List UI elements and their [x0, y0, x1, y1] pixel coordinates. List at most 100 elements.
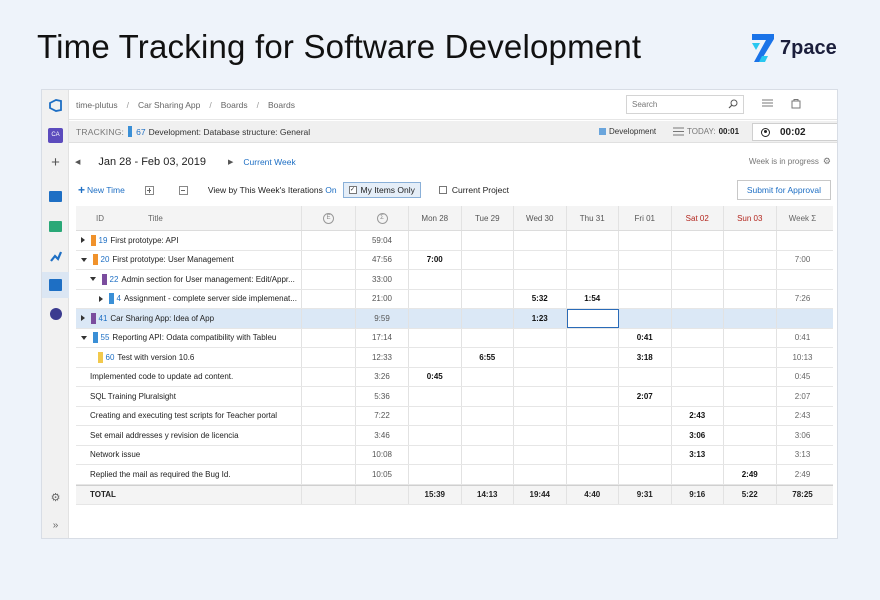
next-week-icon[interactable]: ▶ — [228, 158, 233, 166]
caret-down-icon[interactable] — [81, 335, 87, 340]
day-time-cell[interactable] — [409, 289, 462, 308]
work-item-id[interactable]: 4 — [117, 294, 121, 303]
caret-right-icon[interactable] — [81, 237, 85, 244]
column-header-title[interactable]: Title — [148, 214, 163, 223]
day-time-cell[interactable] — [567, 348, 619, 367]
work-item-row[interactable]: 20 First prototype: User Management 47:56 7… — [76, 250, 833, 270]
work-item-id[interactable]: 22 — [110, 275, 119, 284]
my-items-only-checkbox[interactable]: ✓ My Items Only — [342, 182, 421, 198]
day-time-cell[interactable] — [724, 250, 777, 269]
list-icon[interactable] — [762, 98, 773, 110]
day-time-cell[interactable]: 0:45 — [409, 367, 462, 386]
day-time-cell[interactable]: 3:06 — [672, 426, 724, 445]
day-time-cell[interactable] — [619, 406, 672, 425]
view-by-iterations-toggle[interactable]: View by This Week's Iterations On — [208, 185, 337, 195]
day-time-cell[interactable] — [724, 309, 777, 328]
breadcrumb-boards-page[interactable]: Boards — [268, 100, 295, 110]
day-time-cell[interactable] — [462, 445, 514, 464]
day-time-cell[interactable] — [724, 231, 777, 250]
time-entry-row[interactable]: Replied the mail as required the Bug Id.… — [76, 465, 833, 485]
shopping-bag-icon[interactable] — [791, 98, 801, 111]
day-time-cell[interactable] — [619, 367, 672, 386]
day-time-cell[interactable]: 3:18 — [619, 348, 672, 367]
day-time-cell[interactable] — [567, 367, 619, 386]
current-week-link[interactable]: Current Week — [243, 157, 295, 167]
day-time-cell[interactable] — [409, 445, 462, 464]
expand-all-icon[interactable] — [144, 185, 154, 195]
day-time-cell[interactable] — [514, 328, 567, 347]
tracking-item-id[interactable]: 67 — [136, 127, 145, 137]
timetracker-icon[interactable] — [42, 272, 69, 298]
breadcrumb-org[interactable]: time-plutus — [76, 100, 118, 110]
day-time-cell[interactable]: 6:55 — [462, 348, 514, 367]
day-time-cell[interactable] — [619, 289, 672, 308]
day-time-cell[interactable] — [514, 250, 567, 269]
day-time-cell[interactable]: 2:49 — [724, 465, 777, 484]
work-item-id[interactable]: 19 — [99, 236, 108, 245]
expand-icon[interactable]: » — [42, 512, 69, 538]
time-entry-row[interactable]: Creating and executing test scripts for … — [76, 406, 833, 426]
time-entry-row[interactable]: SQL Training Pluralsight 5:36 2:07 2:07 — [76, 387, 833, 407]
work-item-id[interactable]: 55 — [101, 333, 110, 342]
day-time-cell[interactable] — [409, 348, 462, 367]
boards-icon[interactable] — [42, 183, 69, 209]
day-time-cell[interactable] — [409, 231, 462, 250]
day-time-cell[interactable] — [567, 250, 619, 269]
record-icon[interactable] — [761, 127, 770, 137]
day-time-cell[interactable] — [514, 270, 567, 289]
day-time-cell[interactable] — [462, 328, 514, 347]
day-time-cell[interactable] — [672, 367, 724, 386]
timer-widget[interactable]: 00:02 — [752, 123, 837, 141]
day-time-cell[interactable] — [462, 426, 514, 445]
day-time-cell[interactable]: 1:54 — [567, 289, 619, 308]
day-time-cell[interactable] — [462, 289, 514, 308]
day-time-cell[interactable] — [514, 231, 567, 250]
day-time-cell[interactable] — [724, 348, 777, 367]
caret-down-icon[interactable] — [81, 257, 87, 262]
day-time-cell[interactable] — [619, 250, 672, 269]
work-item-row[interactable]: 19 First prototype: API 59:04 — [76, 231, 833, 251]
day-time-cell[interactable]: 1:23 — [514, 309, 567, 328]
estimate-icon[interactable]: E — [323, 212, 334, 224]
day-time-cell[interactable] — [409, 406, 462, 425]
day-time-cell[interactable] — [619, 465, 672, 484]
day-time-cell[interactable] — [567, 445, 619, 464]
day-time-cell[interactable] — [619, 309, 672, 328]
prev-week-icon[interactable]: ◀ — [75, 158, 80, 166]
day-time-cell[interactable] — [462, 406, 514, 425]
settings-icon[interactable]: ⚙ — [42, 484, 69, 510]
column-header-id[interactable]: ID — [96, 214, 104, 223]
day-time-cell[interactable] — [409, 387, 462, 406]
work-item-row[interactable]: 4 Assignment - complete server side imple… — [76, 289, 833, 309]
day-time-cell[interactable] — [672, 309, 724, 328]
day-time-cell[interactable] — [462, 231, 514, 250]
day-time-cell[interactable] — [724, 289, 777, 308]
breadcrumb-boards[interactable]: Boards — [221, 100, 248, 110]
day-time-cell[interactable] — [514, 465, 567, 484]
day-time-cell[interactable] — [672, 328, 724, 347]
azure-devops-logo-icon[interactable] — [42, 92, 69, 118]
search-input[interactable]: Search — [626, 95, 744, 114]
day-time-cell[interactable] — [724, 445, 777, 464]
project-badge[interactable]: CA — [42, 122, 69, 148]
work-item-id[interactable]: 41 — [99, 314, 108, 323]
day-time-cell[interactable] — [672, 387, 724, 406]
day-time-cell[interactable] — [462, 465, 514, 484]
pipelines-icon[interactable] — [42, 243, 69, 269]
time-entry-row[interactable]: Set email addresses y revision de licenc… — [76, 426, 833, 446]
current-project-checkbox[interactable]: Current Project — [438, 185, 509, 195]
day-time-cell[interactable] — [462, 309, 514, 328]
day-time-cell[interactable] — [462, 387, 514, 406]
day-time-cell[interactable] — [567, 465, 619, 484]
day-time-cell[interactable] — [672, 250, 724, 269]
sum-icon[interactable]: Σ — [376, 212, 388, 224]
day-time-cell[interactable] — [462, 367, 514, 386]
submit-for-approval-button[interactable]: Submit for Approval — [736, 180, 831, 200]
day-time-cell[interactable]: 7:00 — [409, 250, 462, 269]
day-time-cell[interactable]: 3:13 — [672, 445, 724, 464]
day-time-cell[interactable]: 2:07 — [619, 387, 672, 406]
day-time-cell[interactable] — [514, 426, 567, 445]
day-time-cell[interactable] — [619, 270, 672, 289]
new-time-button[interactable]: + New Time — [78, 184, 125, 196]
day-time-cell[interactable] — [409, 270, 462, 289]
